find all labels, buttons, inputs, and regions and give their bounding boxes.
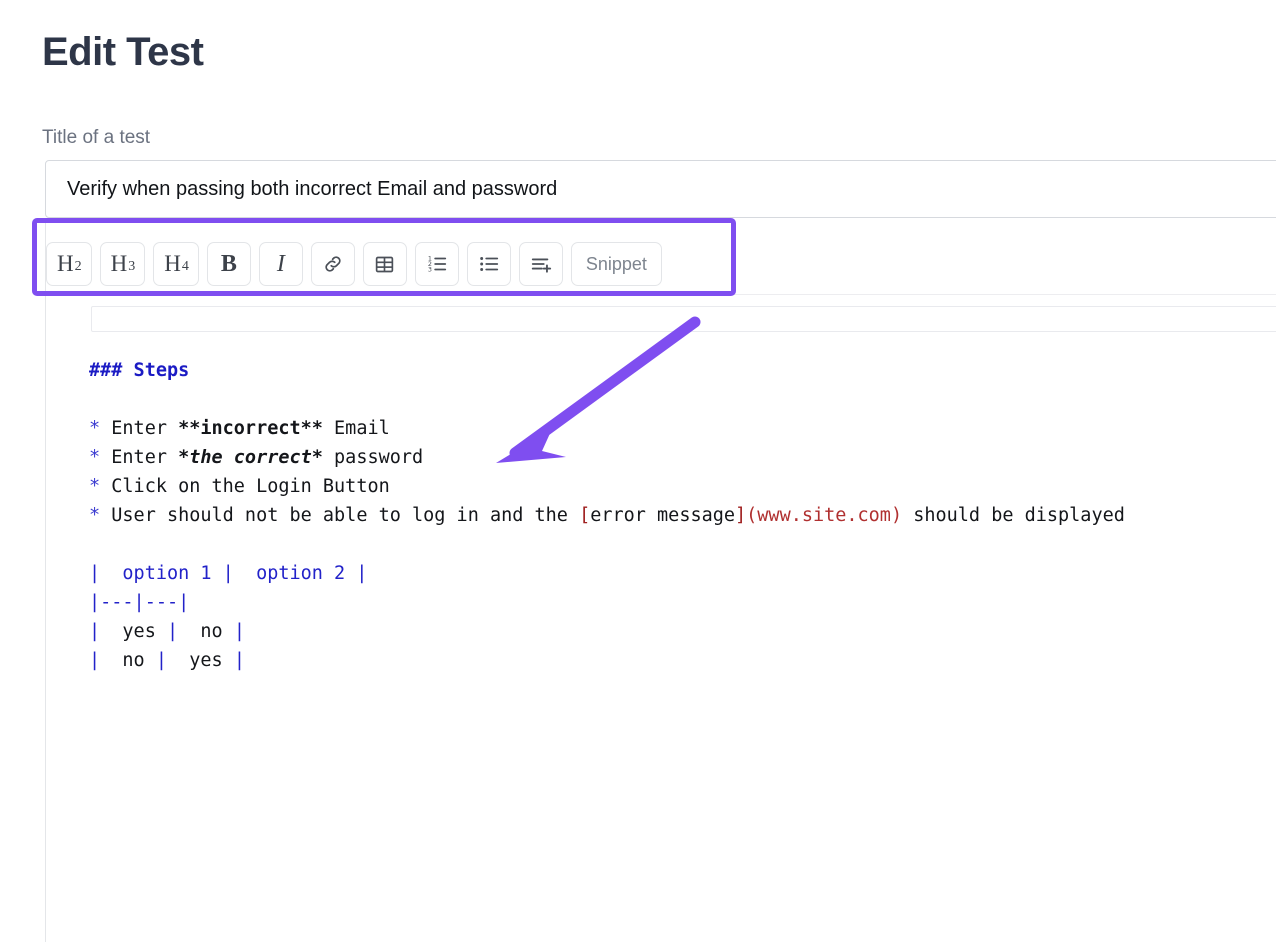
md-bullet-marker: * xyxy=(89,505,112,526)
bold-button-label: B xyxy=(220,250,237,277)
md-table-pipe: | xyxy=(166,621,179,642)
title-field-label: Title of a test xyxy=(42,127,151,148)
ordered-list-icon: 123 xyxy=(426,253,448,275)
add-line-button[interactable] xyxy=(518,242,563,286)
md-step-emphasis: *the correct* xyxy=(178,447,323,468)
toolbar-row: H 2 H 3 H 4 B I 1 2 3 Snippet xyxy=(46,219,1276,295)
md-step-suffix: password xyxy=(322,447,424,468)
link-icon xyxy=(322,253,344,275)
md-step-suffix: should be displayed xyxy=(902,505,1125,526)
svg-text:3: 3 xyxy=(428,265,432,273)
bulleted-list-button[interactable] xyxy=(466,242,511,286)
bulleted-list-icon xyxy=(478,253,500,275)
md-link-close-bracket: ] xyxy=(735,505,747,526)
md-table-row-line: | yes | no | xyxy=(89,617,1209,646)
md-link-open-bracket: [ xyxy=(579,505,591,526)
md-table-row-line: | no | yes | xyxy=(89,646,1209,675)
snippet-button[interactable]: Snippet xyxy=(570,242,662,286)
md-table-cell: no xyxy=(178,621,234,642)
ordered-list-button[interactable]: 123 xyxy=(414,242,459,286)
md-step-emphasis: **incorrect** xyxy=(178,418,323,439)
bold-button[interactable]: B xyxy=(206,242,251,286)
italic-button[interactable]: I xyxy=(258,242,303,286)
line-plus-icon xyxy=(530,253,552,275)
heading-4-button-level: 4 xyxy=(181,259,189,274)
test-title-input[interactable]: Verify when passing both incorrect Email… xyxy=(45,160,1276,218)
md-step-prefix: Enter xyxy=(111,447,179,468)
test-title-value: Verify when passing both incorrect Email… xyxy=(67,178,558,200)
edit-test-page: Edit Test Title of a test Verify when pa… xyxy=(0,0,1276,942)
heading-3-button-level: 3 xyxy=(128,259,136,274)
page-title: Edit Test xyxy=(42,30,204,74)
md-table-pipe: | xyxy=(155,650,167,671)
table-button[interactable] xyxy=(362,242,407,286)
md-table-separator-line: |---|---| xyxy=(89,588,1209,617)
md-blank-line xyxy=(89,385,1209,414)
md-table-pipe: | xyxy=(233,650,245,671)
heading-2-button-level: 2 xyxy=(74,259,82,274)
heading-3-button-label: H xyxy=(110,251,128,276)
md-bullet-marker: * xyxy=(89,447,112,468)
md-table-cell: yes xyxy=(166,650,234,671)
heading-2-button[interactable]: H2 xyxy=(46,242,92,286)
md-step-prefix: Enter xyxy=(111,418,179,439)
md-table-separator-text: |---|---| xyxy=(89,592,190,613)
link-button[interactable] xyxy=(310,242,355,286)
formatting-toolbar: H 2 H 3 H 4 B I 1 2 3 Snippet xyxy=(46,219,662,295)
md-table-pipe: | xyxy=(89,621,101,642)
md-step-line: * Click on the Login Button xyxy=(89,472,1209,501)
md-step-line: * Enter *the correct* password xyxy=(89,443,1209,472)
heading-4-button-label: H xyxy=(164,251,181,276)
md-blank-line xyxy=(89,530,1209,559)
italic-button-label: I xyxy=(276,250,285,277)
snippet-button-label: Snippet xyxy=(585,253,647,274)
md-table-header-line: | option 1 | option 2 | xyxy=(89,559,1209,588)
md-bullet-marker: * xyxy=(89,418,112,439)
md-link-text: error message xyxy=(590,505,736,526)
table-icon xyxy=(374,254,395,275)
heading-3-button[interactable]: H3 xyxy=(99,242,146,286)
editor-secondary-input[interactable] xyxy=(91,306,1276,332)
md-table-header-text: | option 1 | option 2 | xyxy=(89,563,368,584)
heading-4-button[interactable]: H4 xyxy=(153,242,199,286)
md-table-cell: yes xyxy=(100,621,167,642)
heading-2-button-label: H xyxy=(57,251,74,276)
md-heading-line: ### Steps xyxy=(89,356,1209,385)
md-step-line: * Enter **incorrect** Email xyxy=(89,414,1209,443)
md-table-pipe: | xyxy=(89,650,101,671)
md-step-suffix: Email xyxy=(322,418,390,439)
md-link-url: (www.site.com) xyxy=(746,505,903,526)
md-step-line: * User should not be able to log in and … xyxy=(89,501,1209,530)
markdown-editor-body[interactable]: ### Steps * Enter **incorrect** Email * En… xyxy=(89,356,1209,675)
md-table-pipe: | xyxy=(233,621,245,642)
md-bullet-marker: * xyxy=(89,476,112,497)
md-step-prefix: User should not be able to log in and th… xyxy=(111,505,580,526)
md-step-prefix: Click on the Login Button xyxy=(111,476,390,497)
md-table-cell: no xyxy=(100,650,156,671)
md-heading-text: ### Steps xyxy=(89,360,190,381)
